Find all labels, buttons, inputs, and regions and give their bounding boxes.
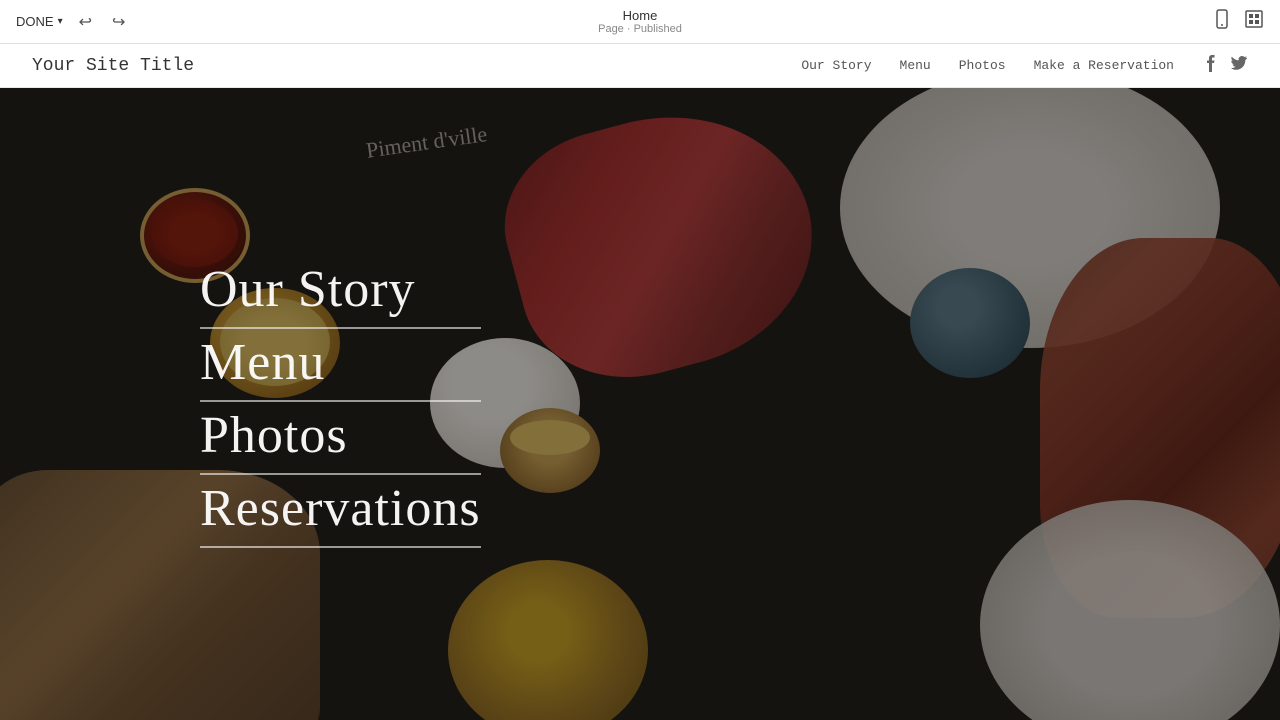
hero-nav-photos[interactable]: Photos — [200, 406, 481, 475]
toolbar-right — [1212, 9, 1264, 35]
twitter-icon[interactable] — [1230, 54, 1248, 77]
undo-icon: ↩ — [79, 12, 92, 32]
editor-toolbar: DONE ▾ ↩ ↪ Home Page · Published — [0, 0, 1280, 44]
nav-item-menu[interactable]: Menu — [900, 58, 931, 73]
nav-item-photos[interactable]: Photos — [959, 58, 1006, 73]
toolbar-left: DONE ▾ ↩ ↪ — [16, 8, 129, 36]
site-title[interactable]: Your Site Title — [32, 56, 194, 76]
hero-nav-reservations[interactable]: Reservations — [200, 479, 481, 548]
undo-button[interactable]: ↩ — [75, 8, 96, 36]
hero-nav-our-story[interactable]: Our Story — [200, 260, 481, 329]
facebook-icon[interactable] — [1202, 54, 1220, 77]
page-title: Home — [598, 8, 682, 23]
redo-button[interactable]: ↪ — [108, 8, 129, 36]
done-chevron: ▾ — [58, 16, 63, 27]
nav-item-our-story[interactable]: Our Story — [801, 58, 871, 73]
squarespace-icon[interactable] — [1244, 9, 1264, 35]
hero-nav-menu[interactable]: Menu — [200, 333, 481, 402]
done-button[interactable]: DONE ▾ — [16, 14, 63, 29]
hero-navigation: Our Story Menu Photos Reservations — [200, 260, 481, 548]
social-icons — [1202, 54, 1248, 77]
site-header: Your Site Title Our Story Menu Photos Ma… — [0, 44, 1280, 88]
site-nav: Our Story Menu Photos Make a Reservation — [801, 54, 1248, 77]
hero-overlay — [0, 88, 1280, 720]
hero-section: Piment d'ville Our Story Menu Photos Res… — [0, 88, 1280, 720]
done-label: DONE — [16, 14, 54, 29]
mobile-preview-icon[interactable] — [1212, 9, 1232, 35]
page-status: Page · Published — [598, 23, 682, 35]
nav-item-reservation[interactable]: Make a Reservation — [1034, 58, 1174, 73]
redo-icon: ↪ — [112, 12, 125, 32]
toolbar-center: Home Page · Published — [598, 8, 682, 35]
